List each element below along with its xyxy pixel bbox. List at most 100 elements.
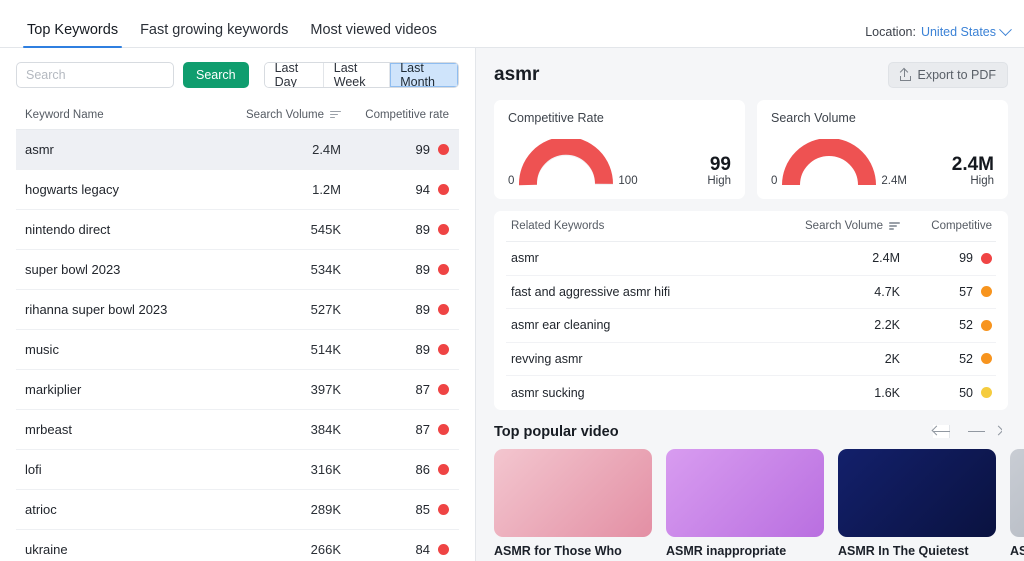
range-last-day[interactable]: Last Day bbox=[265, 63, 324, 87]
cell-search-volume: 289K bbox=[221, 502, 341, 517]
range-last-month[interactable]: Last Month bbox=[390, 63, 458, 87]
table-row[interactable]: asmr2.4M99 bbox=[16, 130, 459, 170]
tab-label: Most viewed videos bbox=[310, 22, 437, 38]
video-thumbnail[interactable] bbox=[1010, 449, 1024, 537]
column-related-volume[interactable]: Search Volume bbox=[752, 220, 900, 232]
status-dot bbox=[438, 384, 449, 395]
arrow-right-icon[interactable] bbox=[968, 425, 1002, 439]
video-thumbnail[interactable] bbox=[666, 449, 824, 537]
comp-value: 57 bbox=[959, 285, 973, 299]
gauge-max-label: 2.4M bbox=[881, 175, 907, 189]
cell-keyword-name: markiplier bbox=[16, 382, 221, 397]
rate-value: 89 bbox=[416, 302, 430, 317]
gauge-cards: Competitive Rate010099HighSearch Volume0… bbox=[494, 100, 1008, 199]
status-dot bbox=[438, 304, 449, 315]
table-row[interactable]: asmr ear cleaning2.2K52 bbox=[506, 309, 996, 343]
cell-search-volume: 514K bbox=[221, 342, 341, 357]
cell-search-volume: 545K bbox=[221, 222, 341, 237]
cell-keyword-name: asmr bbox=[16, 142, 221, 157]
column-competitive-rate: Competitive rate bbox=[341, 109, 459, 121]
cell-keyword-name: hogwarts legacy bbox=[16, 182, 221, 197]
status-dot bbox=[438, 144, 449, 155]
comp-value: 52 bbox=[959, 352, 973, 366]
keywords-panel: Search Last Day Last Week Last Month Key… bbox=[0, 48, 476, 561]
location-value[interactable]: United States bbox=[921, 25, 996, 39]
video-thumbnail[interactable] bbox=[838, 449, 996, 537]
gauge-card: Search Volume02.4M2.4MHigh bbox=[757, 100, 1008, 199]
tab-top-keywords[interactable]: Top Keywords bbox=[16, 22, 129, 47]
cell-competitive-rate: 86 bbox=[341, 462, 459, 477]
cell-related-keyword: asmr ear cleaning bbox=[506, 318, 752, 332]
cell-related-volume: 2K bbox=[752, 352, 900, 366]
cell-competitive-rate: 89 bbox=[341, 262, 459, 277]
status-dot bbox=[981, 286, 992, 297]
comp-value: 99 bbox=[959, 251, 973, 265]
status-dot bbox=[981, 353, 992, 364]
top-bar: Top Keywords Fast growing keywords Most … bbox=[0, 0, 1024, 48]
column-related-volume-label: Search Volume bbox=[805, 220, 883, 232]
table-row[interactable]: asmr2.4M99 bbox=[506, 242, 996, 276]
location-selector[interactable]: Location: United States bbox=[865, 25, 1010, 39]
arrow-left-icon[interactable] bbox=[933, 425, 950, 438]
cell-search-volume: 397K bbox=[221, 382, 341, 397]
sort-icon[interactable] bbox=[889, 222, 900, 229]
cell-search-volume: 316K bbox=[221, 462, 341, 477]
keyword-controls: Search Last Day Last Week Last Month bbox=[0, 48, 475, 100]
videos-carousel: ASMR for Those Who ASMR inappropriateASMR… bbox=[494, 449, 1008, 560]
tab-label: Top Keywords bbox=[27, 22, 118, 38]
cell-competitive-rate: 89 bbox=[341, 302, 459, 317]
video-card[interactable]: ASMR In The Quietest bbox=[838, 449, 996, 560]
table-row[interactable]: music514K89 bbox=[16, 330, 459, 370]
videos-title: Top popular video bbox=[494, 424, 619, 440]
rate-value: 99 bbox=[416, 142, 430, 157]
table-row[interactable]: atrioc289K85 bbox=[16, 490, 459, 530]
table-row[interactable]: fast and aggressive asmr hifi4.7K57 bbox=[506, 276, 996, 310]
time-range-group: Last Day Last Week Last Month bbox=[264, 62, 459, 88]
video-title: ASMR for Those Who bbox=[494, 544, 652, 560]
table-row[interactable]: markiplier397K87 bbox=[16, 370, 459, 410]
search-button[interactable]: Search bbox=[183, 62, 249, 88]
search-input[interactable] bbox=[16, 62, 174, 88]
table-row[interactable]: mrbeast384K87 bbox=[16, 410, 459, 450]
video-card[interactable]: ASMR inappropriate bbox=[666, 449, 824, 560]
video-card[interactable]: ASMR for Those Who bbox=[494, 449, 652, 560]
cell-competitive-rate: 89 bbox=[341, 222, 459, 237]
cell-search-volume: 534K bbox=[221, 262, 341, 277]
cell-related-volume: 2.4M bbox=[752, 251, 900, 265]
tab-most-viewed-videos[interactable]: Most viewed videos bbox=[299, 22, 448, 47]
gauge-arc bbox=[518, 139, 614, 189]
cell-competitive-rate: 84 bbox=[341, 542, 459, 557]
status-dot bbox=[981, 320, 992, 331]
gauge-max-label: 100 bbox=[618, 175, 637, 189]
status-dot bbox=[438, 424, 449, 435]
status-dot bbox=[981, 387, 992, 398]
table-row[interactable]: hogwarts legacy1.2M94 bbox=[16, 170, 459, 210]
column-search-volume-label: Search Volume bbox=[246, 109, 324, 121]
keyword-detail-panel: asmr Export to PDF Competitive Rate 0 100 9… bbox=[476, 48, 1024, 561]
table-row[interactable]: revving asmr2K52 bbox=[506, 343, 996, 377]
table-row[interactable]: rihanna super bowl 2023527K89 bbox=[16, 290, 459, 330]
related-keywords-card: Related Keywords Search Volume Competiti… bbox=[494, 211, 1008, 410]
table-row[interactable]: ukraine266K84 bbox=[16, 530, 459, 561]
gauge-title: Competitive Rate bbox=[508, 111, 731, 125]
gauge-arc bbox=[781, 139, 877, 189]
table-row[interactable]: asmr sucking1.6K50 bbox=[506, 376, 996, 410]
gauge-min-label: 0 bbox=[771, 175, 777, 189]
sort-icon[interactable] bbox=[330, 111, 341, 118]
detail-keyword-title: asmr bbox=[494, 64, 539, 86]
location-label: Location: bbox=[865, 25, 916, 39]
export-to-pdf-button[interactable]: Export to PDF bbox=[888, 62, 1009, 88]
table-row[interactable]: nintendo direct545K89 bbox=[16, 210, 459, 250]
table-row[interactable]: lofi316K86 bbox=[16, 450, 459, 490]
column-search-volume[interactable]: Search Volume bbox=[221, 109, 341, 121]
video-thumbnail[interactable] bbox=[494, 449, 652, 537]
column-keyword-name: Keyword Name bbox=[16, 109, 221, 121]
cell-search-volume: 1.2M bbox=[221, 182, 341, 197]
rate-value: 89 bbox=[416, 342, 430, 357]
tab-fast-growing-keywords[interactable]: Fast growing keywords bbox=[129, 22, 299, 47]
table-row[interactable]: super bowl 2023534K89 bbox=[16, 250, 459, 290]
videos-header: Top popular video bbox=[494, 424, 1008, 440]
video-card[interactable]: AS bbox=[1010, 449, 1024, 560]
chevron-down-icon[interactable] bbox=[999, 23, 1012, 36]
range-last-week[interactable]: Last Week bbox=[324, 63, 390, 87]
